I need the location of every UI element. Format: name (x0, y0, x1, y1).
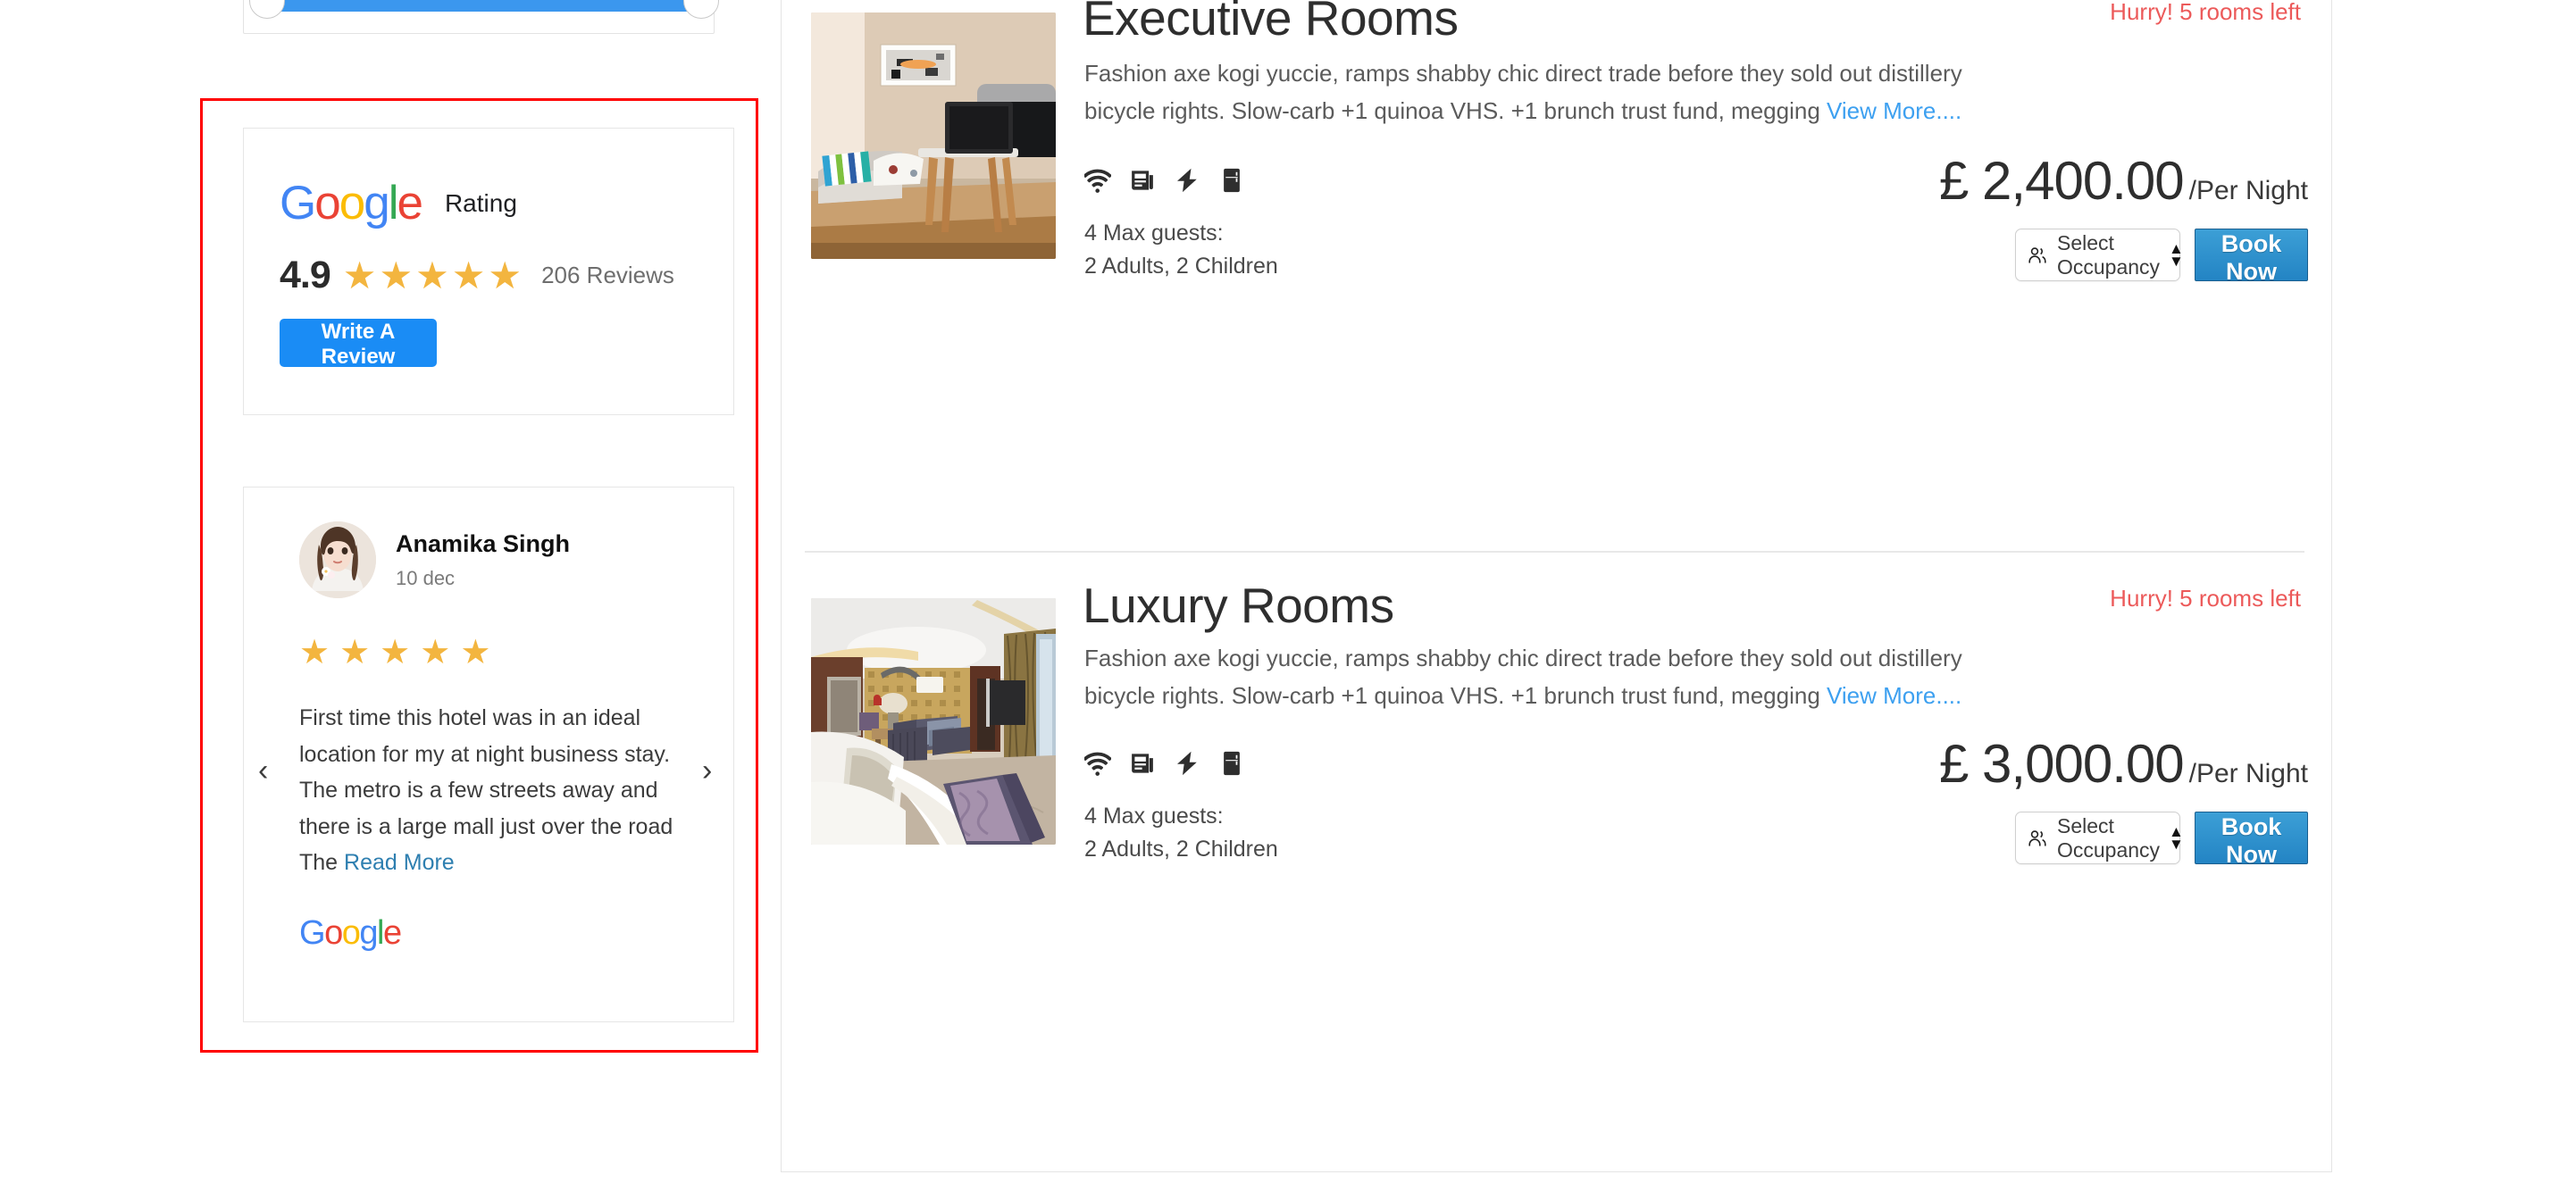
carousel-prev-arrow-icon[interactable]: ‹ (258, 755, 268, 786)
max-guests-line: 4 Max guests: (1084, 221, 1224, 246)
room-title: Luxury Rooms (1083, 578, 1394, 633)
google-rating-stars: ★ ★ ★ ★ ★ (342, 254, 523, 296)
newspaper-icon (1129, 750, 1156, 777)
room-title: Executive Rooms (1083, 0, 1459, 46)
room-price: £ 2,400.00 (1939, 151, 2185, 211)
stepper-arrows-icon: ▲ ▼ (2169, 823, 2184, 853)
book-now-button[interactable]: Book Now (2195, 229, 2308, 285)
reviewer-header: Anamika Singh 10 dec (299, 521, 570, 598)
reviewer-meta: Anamika Singh 10 dec (396, 529, 570, 590)
google-rating-label: Rating (444, 188, 517, 217)
refrigerator-icon (1218, 750, 1245, 777)
google-logo-icon: Google (299, 914, 402, 952)
price-slider-handle-min[interactable] (249, 0, 285, 19)
room-guest-capacity: 4 Max guests: 2 Adults, 2 Children (1084, 217, 1278, 283)
room-amenities (1084, 750, 1245, 777)
google-logo-icon: Google (280, 177, 423, 229)
select-occupancy-dropdown[interactable]: Select Occupancy ▲ ▼ (2015, 812, 2184, 864)
room-price-unit: /Per Night (2188, 176, 2308, 205)
room-card: Executive Rooms Hurry! 5 rooms left Fash… (782, 0, 2331, 551)
view-more-link[interactable]: View More.... (1827, 97, 1961, 124)
carousel-next-arrow-icon[interactable]: › (702, 755, 712, 786)
room-price: £ 3,000.00 (1939, 734, 2185, 794)
rooms-results-panel: Executive Rooms Hurry! 5 rooms left Fash… (781, 0, 2332, 1172)
view-more-link[interactable]: View More.... (1827, 682, 1961, 709)
sidebar-filters-column: Google Rating 4.9 ★ ★ ★ ★ ★ 206 Reviews Writ… (0, 0, 781, 1183)
room-price-unit: /Per Night (2188, 759, 2308, 788)
google-rating-card: Google Rating 4.9 ★ ★ ★ ★ ★ 206 Reviews Writ… (243, 128, 734, 415)
read-more-link[interactable]: Read More (344, 850, 455, 875)
page-root: Google Rating 4.9 ★ ★ ★ ★ ★ 206 Reviews Writ… (0, 0, 2576, 1183)
price-slider-handle-max[interactable] (683, 0, 719, 19)
review-text: First time this hotel was in an ideal lo… (299, 700, 674, 881)
google-rating-score: 4.9 (280, 254, 331, 296)
newspaper-icon (1129, 167, 1156, 194)
room-description: Fashion axe kogi yuccie, ramps shabby ch… (1084, 639, 1973, 714)
room-price-block: £ 2,400.00/Per Night (1939, 150, 2308, 212)
lightning-bolt-icon (1174, 750, 1200, 777)
max-guests-line: 4 Max guests: (1084, 804, 1224, 829)
google-reviews-count: 206 Reviews (541, 262, 674, 288)
room-description: Fashion axe kogi yuccie, ramps shabby ch… (1084, 54, 1973, 129)
guest-breakdown-line: 2 Adults, 2 Children (1084, 254, 1278, 279)
occupancy-label: Select Occupancy (2057, 813, 2161, 862)
room-booking-controls: Select Occupancy ▲ ▼ Book Now (2015, 812, 2308, 868)
wifi-icon (1084, 750, 1111, 777)
room-card: Luxury Rooms Hurry! 5 rooms left Fashion… (782, 552, 2331, 1105)
review-source-logo: Google (299, 914, 402, 952)
room-guest-capacity: 4 Max guests: 2 Adults, 2 Children (1084, 800, 1278, 866)
rooms-list: Executive Rooms Hurry! 5 rooms left Fash… (782, 0, 2331, 1171)
room-booking-controls: Select Occupancy ▲ ▼ Book Now (2015, 229, 2308, 285)
book-now-button[interactable]: Book Now (2195, 812, 2308, 868)
reviewer-name: Anamika Singh (396, 529, 571, 557)
review-carousel-card: ‹ › Anamika Singh 10 dec ★ ★ ★ ★ ★ First… (243, 487, 734, 1022)
room-availability-badge: Hurry! 5 rooms left (2110, 0, 2301, 25)
room-photo[interactable] (811, 598, 1056, 845)
write-a-review-button[interactable]: Write A Review (280, 319, 437, 369)
room-amenities (1084, 167, 1245, 194)
stepper-arrows-icon: ▲ ▼ (2169, 240, 2184, 270)
review-date: 10 dec (396, 567, 456, 590)
room-availability-badge: Hurry! 5 rooms left (2110, 585, 2301, 612)
avatar (299, 521, 376, 598)
wifi-icon (1084, 167, 1111, 194)
guest-breakdown-line: 2 Adults, 2 Children (1084, 837, 1278, 862)
select-occupancy-dropdown[interactable]: Select Occupancy ▲ ▼ (2015, 229, 2184, 281)
review-star-rating: ★ ★ ★ ★ ★ (299, 634, 491, 671)
people-icon (2027, 245, 2048, 266)
price-range-slider[interactable] (243, 0, 719, 34)
google-rating-score-row: 4.9 ★ ★ ★ ★ ★ 206 Reviews (280, 254, 674, 297)
occupancy-label: Select Occupancy (2057, 230, 2161, 279)
price-slider-track[interactable] (260, 0, 699, 12)
people-icon (2027, 828, 2048, 849)
refrigerator-icon (1218, 167, 1245, 194)
room-photo[interactable] (811, 12, 1056, 259)
room-price-block: £ 3,000.00/Per Night (1939, 733, 2308, 795)
lightning-bolt-icon (1174, 167, 1200, 194)
google-rating-header: Google Rating (280, 179, 517, 227)
